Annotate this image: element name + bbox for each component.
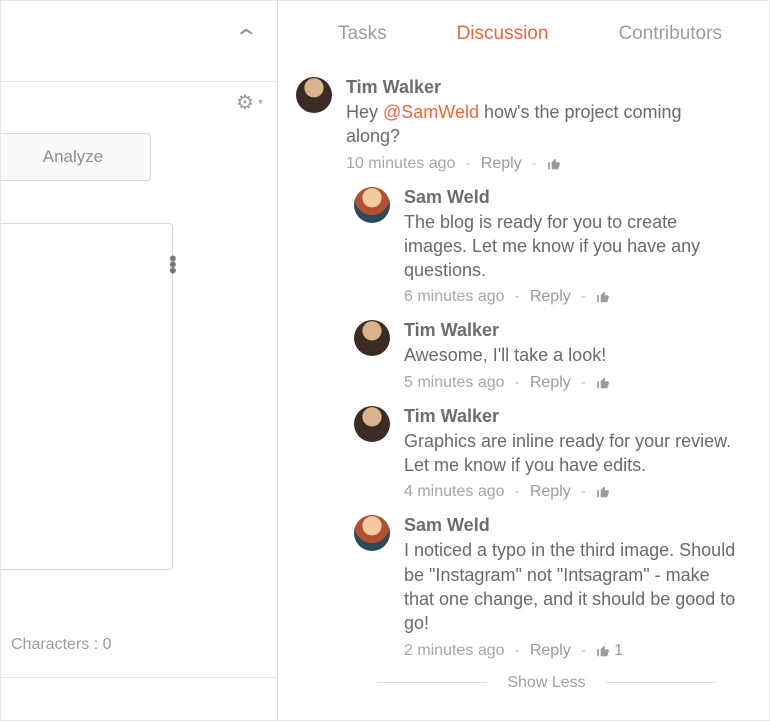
avatar[interactable] [354, 406, 390, 442]
thumb-up-icon [596, 290, 610, 304]
show-less-toggle[interactable]: Show Less [354, 674, 739, 692]
kebab-menu-button[interactable]: ••• [169, 256, 177, 274]
collapse-icon[interactable]: ⌃ [233, 25, 259, 51]
message-author: Tim Walker [404, 406, 739, 427]
avatar[interactable] [296, 77, 332, 113]
timestamp: 4 minutes ago [404, 483, 505, 501]
mention[interactable]: @SamWeld [383, 102, 479, 122]
reply-button[interactable]: Reply [530, 642, 571, 660]
message-author: Sam Weld [404, 515, 739, 536]
reply-button[interactable]: Reply [530, 483, 571, 501]
message-meta: 4 minutes ago-Reply- [404, 483, 739, 501]
tab-discussion[interactable]: Discussion [457, 23, 549, 45]
reply-button[interactable]: Reply [530, 374, 571, 392]
message-author: Tim Walker [346, 77, 739, 98]
message-text: I noticed a typo in the third image. Sho… [404, 538, 739, 635]
message-meta: 10 minutes ago - Reply - [346, 155, 739, 173]
tab-contributors[interactable]: Contributors [618, 23, 722, 45]
thumb-up-icon [596, 376, 610, 390]
like-button[interactable] [596, 376, 614, 390]
message: Tim Walker Hey @SamWeld how's the projec… [296, 77, 739, 173]
reply-button[interactable]: Reply [481, 155, 522, 173]
divider [1, 677, 277, 678]
message-meta: 6 minutes ago-Reply- [404, 288, 739, 306]
avatar[interactable] [354, 320, 390, 356]
divider [606, 682, 716, 683]
like-button[interactable] [596, 485, 614, 499]
timestamp: 5 minutes ago [404, 374, 505, 392]
thumb-up-icon [596, 644, 610, 658]
right-panel: Tasks Discussion Contributors Tim Walker… [278, 1, 769, 721]
message-text: Hey @SamWeld how's the project coming al… [346, 100, 739, 149]
discussion-thread: Tim Walker Hey @SamWeld how's the projec… [278, 67, 769, 692]
character-count: Characters : 0 [11, 636, 112, 654]
chevron-down-icon: ▾ [258, 97, 263, 108]
avatar[interactable] [354, 515, 390, 551]
timestamp: 6 minutes ago [404, 288, 505, 306]
tabs: Tasks Discussion Contributors [278, 1, 769, 67]
message-reply: Sam WeldThe blog is ready for you to cre… [354, 187, 739, 307]
gear-icon: ⚙ [236, 90, 254, 115]
content-box [0, 223, 173, 570]
message-text: Awesome, I'll take a look! [404, 343, 739, 367]
message-reply: Sam WeldI noticed a typo in the third im… [354, 515, 739, 659]
thumb-up-icon [547, 157, 561, 171]
like-button[interactable] [547, 157, 565, 171]
message-meta: 5 minutes ago-Reply- [404, 374, 739, 392]
reply-button[interactable]: Reply [530, 288, 571, 306]
message-text: Graphics are inline ready for your revie… [404, 429, 739, 478]
message-reply: Tim WalkerGraphics are inline ready for … [354, 406, 739, 502]
settings-menu-button[interactable]: ⚙ ▾ [236, 90, 263, 115]
timestamp: 10 minutes ago [346, 155, 455, 173]
message-reply: Tim WalkerAwesome, I'll take a look! 5 mi… [354, 320, 739, 391]
thumb-up-icon [596, 485, 610, 499]
toolbar: Analyze [0, 133, 151, 179]
timestamp: 2 minutes ago [404, 642, 505, 660]
message-meta: 2 minutes ago-Reply-1 [404, 642, 739, 660]
avatar[interactable] [354, 187, 390, 223]
divider [377, 682, 487, 683]
like-button[interactable]: 1 [596, 642, 623, 660]
message-text: The blog is ready for you to create imag… [404, 210, 739, 283]
like-button[interactable] [596, 290, 614, 304]
message-author: Tim Walker [404, 320, 739, 341]
message-author: Sam Weld [404, 187, 739, 208]
tab-tasks[interactable]: Tasks [338, 23, 387, 45]
analyze-label: Analyze [43, 147, 103, 167]
gear-row: ⚙ ▾ [1, 81, 277, 122]
left-panel: ⌃ ⚙ ▾ Analyze ••• Characters : 0 [1, 1, 278, 721]
analyze-button[interactable]: Analyze [0, 133, 151, 181]
